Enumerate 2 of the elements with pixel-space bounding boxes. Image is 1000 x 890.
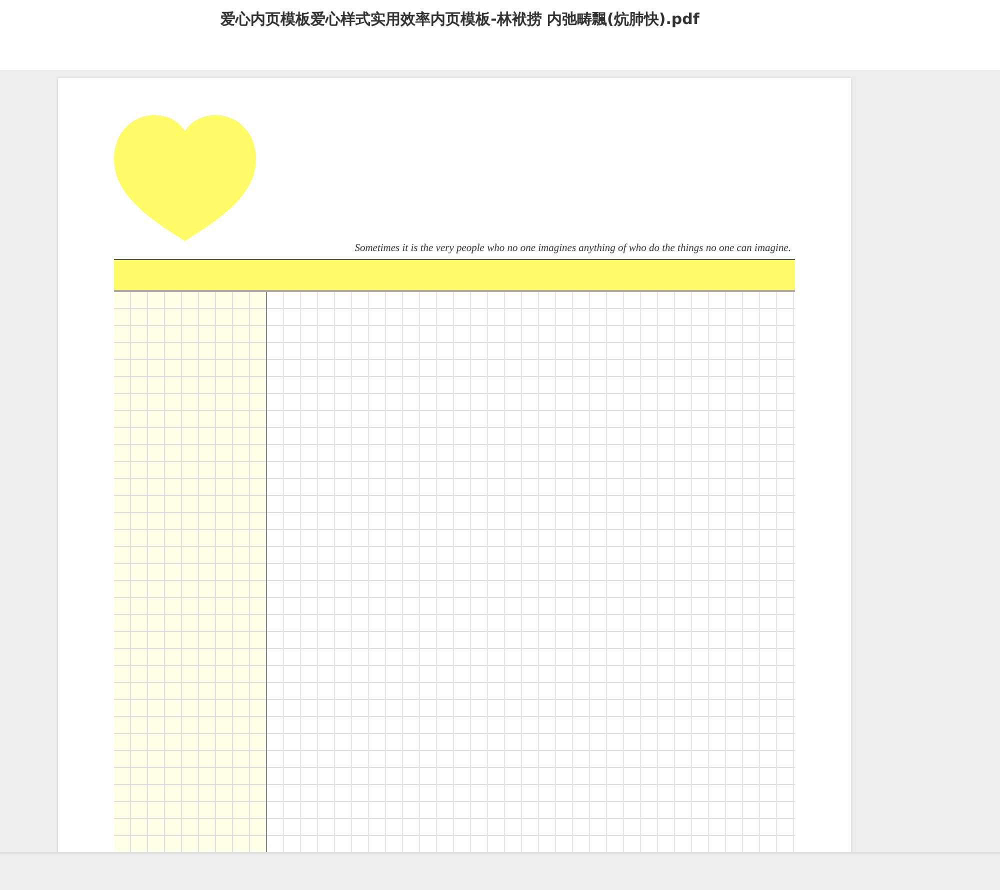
quote-text: Sometimes it is the very people who no one imagines anything of who do the things no one can imagine. bbox=[354, 242, 792, 256]
document-title: 爱心内页模板爱心样式实用效率内页模板-林袱捞 内弛畴飄(炕肺快).pdf bbox=[220, 10, 700, 30]
